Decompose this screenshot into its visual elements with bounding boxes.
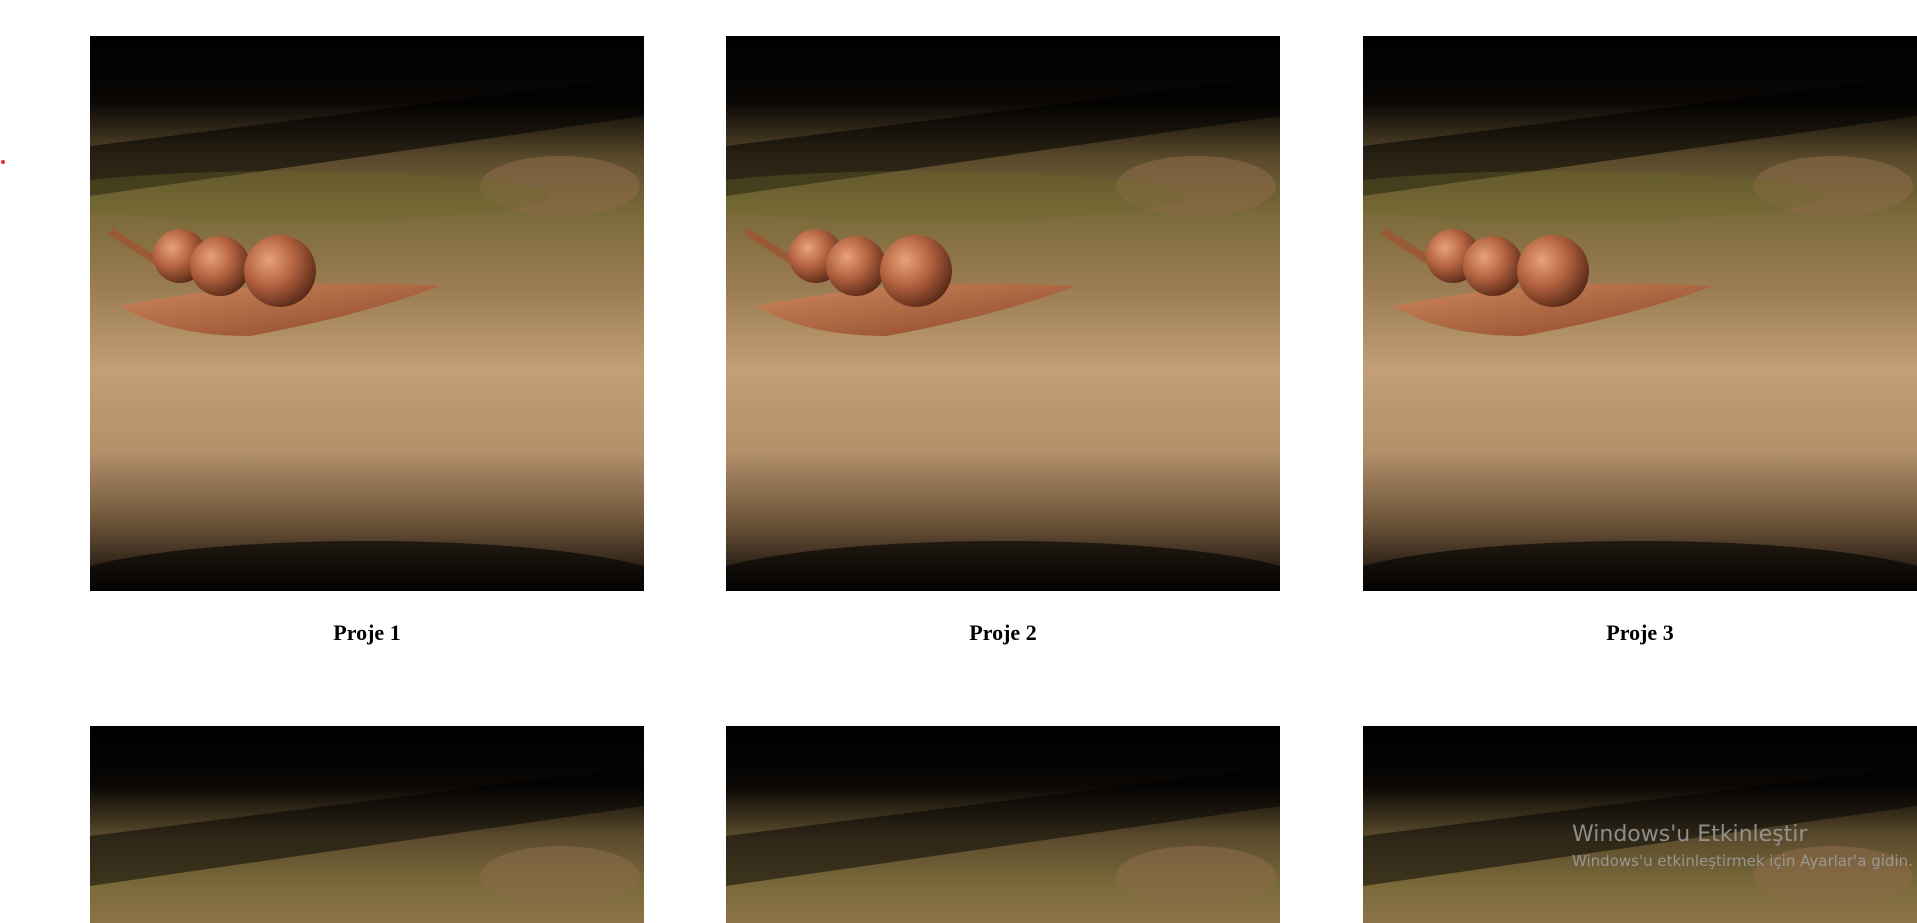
project-card-4[interactable] bbox=[90, 726, 644, 923]
red-dot-marker bbox=[1, 160, 5, 164]
project-card-3[interactable]: Proje 3 bbox=[1363, 36, 1917, 646]
project-title[interactable]: Proje 3 bbox=[1363, 620, 1917, 646]
project-gallery-page: Proje 1 Proje 2 Proje 3 Windows'u Etkinl… bbox=[0, 0, 1917, 923]
project-thumbnail-5[interactable] bbox=[726, 726, 1280, 923]
watermark-title: Windows'u Etkinleştir bbox=[1572, 822, 1808, 847]
project-thumbnail-2[interactable] bbox=[726, 36, 1280, 591]
project-thumbnail-3[interactable] bbox=[1363, 36, 1917, 591]
project-title[interactable]: Proje 1 bbox=[90, 620, 644, 646]
project-card-5[interactable] bbox=[726, 726, 1280, 923]
project-card-1[interactable]: Proje 1 bbox=[90, 36, 644, 646]
project-thumbnail-1[interactable] bbox=[90, 36, 644, 591]
windows-activation-watermark: Windows'u Etkinleştir Windows'u etkinleş… bbox=[1572, 820, 1913, 872]
project-title[interactable]: Proje 2 bbox=[726, 620, 1280, 646]
watermark-subtitle: Windows'u etkinleştirmek için Ayarlar'a … bbox=[1572, 852, 1913, 870]
project-card-2[interactable]: Proje 2 bbox=[726, 36, 1280, 646]
project-thumbnail-4[interactable] bbox=[90, 726, 644, 923]
